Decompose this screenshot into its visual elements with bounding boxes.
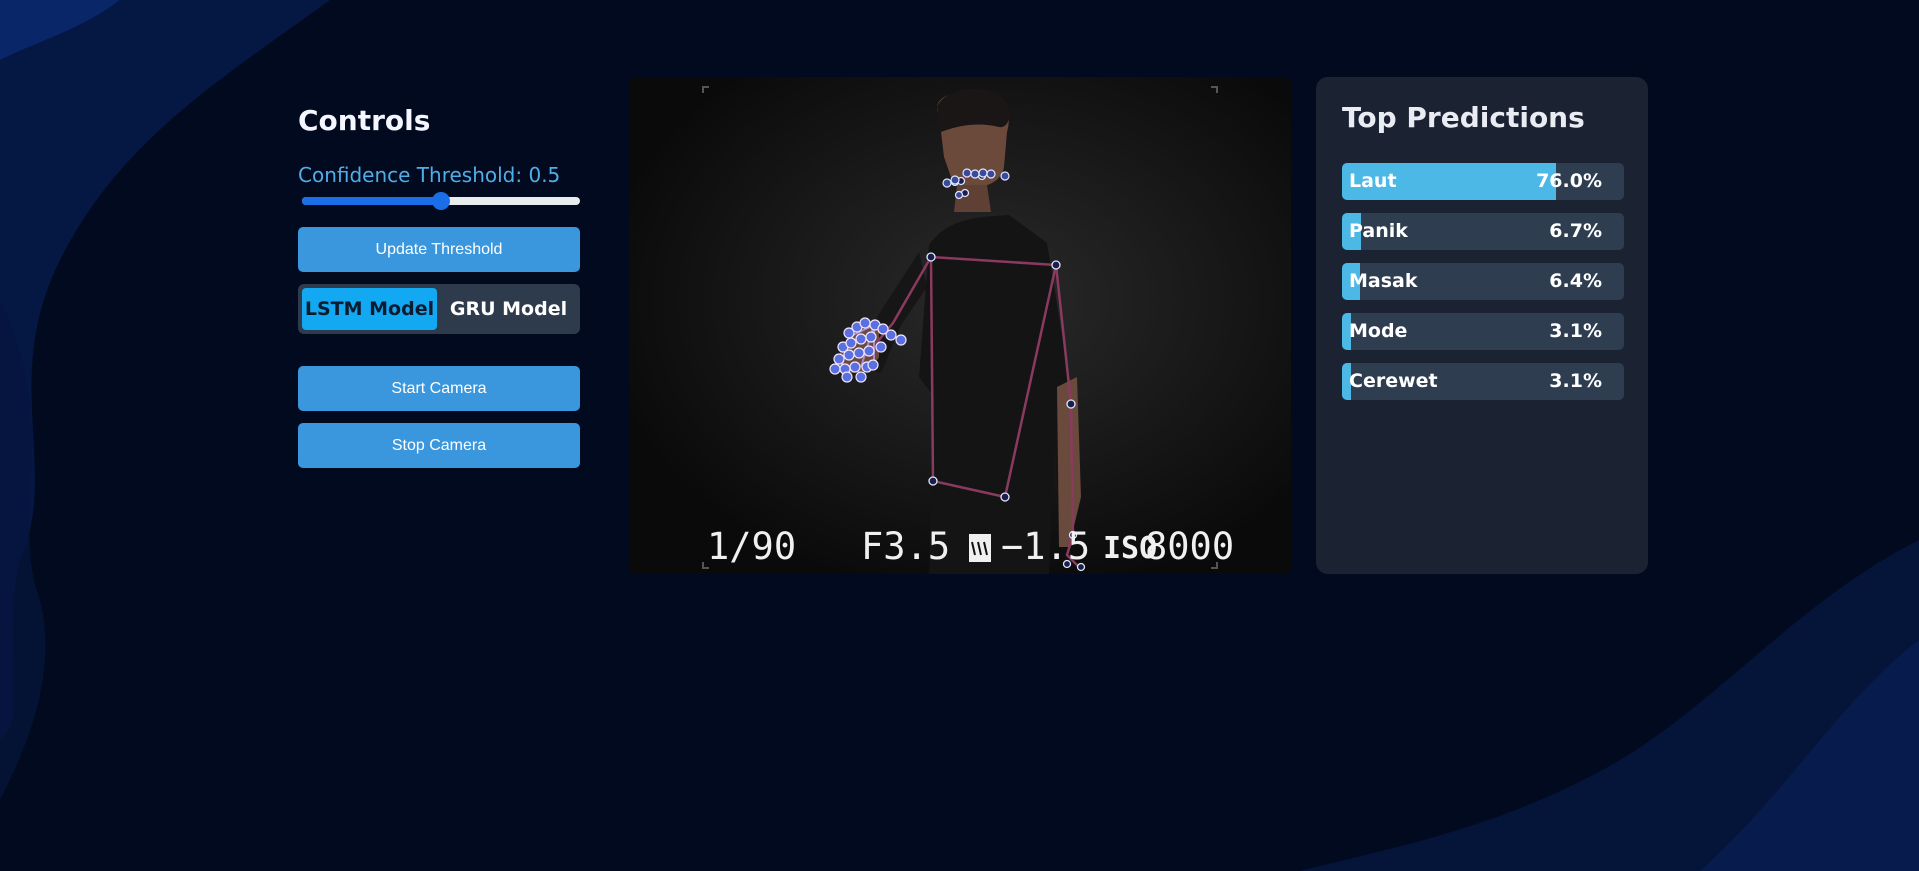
prediction-row: Masak 6.4% — [1342, 263, 1624, 300]
slider-thumb[interactable] — [432, 192, 450, 210]
osd-iso-value: 8000 — [1145, 525, 1235, 568]
prediction-percent: 6.4% — [1549, 270, 1602, 292]
gru-model-option[interactable]: GRU Model — [441, 288, 576, 330]
prediction-label: Mode — [1349, 320, 1408, 342]
confidence-threshold-label: Confidence Threshold: 0.5 — [298, 162, 580, 188]
camera-feed: 1/90 F3.5 −1.5 ISO 8000 — [629, 77, 1291, 574]
prediction-percent: 76.0% — [1536, 170, 1602, 192]
osd-aperture: F3.5 — [861, 525, 951, 568]
predictions-title: Top Predictions — [1342, 101, 1585, 134]
osd-shutter: 1/90 — [707, 525, 797, 568]
prediction-percent: 6.7% — [1549, 220, 1602, 242]
camera-frame — [629, 77, 1291, 574]
prediction-row: Laut 76.0% — [1342, 163, 1624, 200]
prediction-label: Masak — [1349, 270, 1418, 292]
lstm-model-option[interactable]: LSTM Model — [302, 288, 437, 330]
slider-fill — [302, 197, 441, 205]
prediction-label: Panik — [1349, 220, 1408, 242]
prediction-row: Panik 6.7% — [1342, 213, 1624, 250]
prediction-percent: 3.1% — [1549, 320, 1602, 342]
threshold-label-prefix: Confidence Threshold: — [298, 163, 529, 187]
confidence-threshold-slider[interactable] — [298, 190, 580, 212]
prediction-row: Mode 3.1% — [1342, 313, 1624, 350]
prediction-label: Cerewet — [1349, 370, 1438, 392]
stop-camera-button[interactable]: Stop Camera — [298, 423, 580, 468]
update-threshold-button[interactable]: Update Threshold — [298, 227, 580, 272]
controls-title: Controls — [298, 104, 431, 137]
exposure-meter-icon — [969, 534, 991, 562]
prediction-list: Laut 76.0% Panik 6.7% Masak 6.4% Mode 3.… — [1342, 163, 1624, 413]
threshold-value: 0.5 — [528, 163, 561, 187]
top-predictions-panel: Top Predictions Laut 76.0% Panik 6.7% Ma… — [1316, 77, 1648, 574]
prediction-label: Laut — [1349, 170, 1397, 192]
prediction-row: Cerewet 3.1% — [1342, 363, 1624, 400]
start-camera-button[interactable]: Start Camera — [298, 366, 580, 411]
prediction-percent: 3.1% — [1549, 370, 1602, 392]
model-toggle: LSTM Model GRU Model — [298, 284, 580, 334]
osd-exposure: −1.5 — [1001, 525, 1091, 568]
controls-panel: Controls Confidence Threshold: 0.5 Updat… — [298, 78, 580, 468]
